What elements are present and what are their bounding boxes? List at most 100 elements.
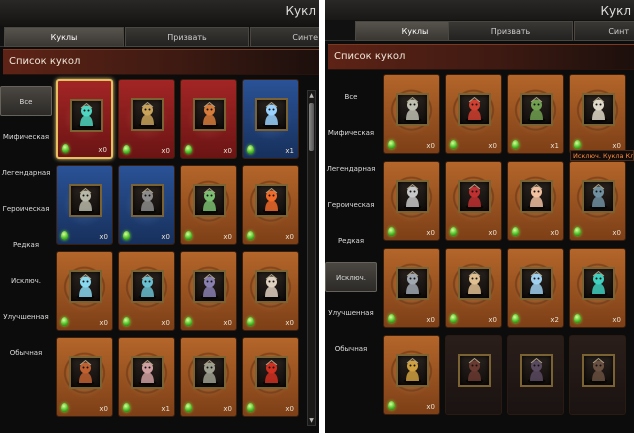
doll-count: x0: [99, 319, 108, 327]
doll-girl-icon: [255, 270, 288, 303]
grid-scrollbar[interactable]: ▲ ▼: [307, 90, 316, 426]
doll-golem-icon: [193, 270, 226, 303]
doll-card[interactable]: x0: [56, 337, 113, 417]
category-item[interactable]: Мифическая: [0, 122, 52, 152]
doll-card[interactable]: x0: [180, 79, 237, 159]
tab-synthesis[interactable]: Синте: [250, 27, 319, 47]
green-gem-icon: [388, 314, 395, 323]
category-item[interactable]: Редкая: [0, 230, 52, 260]
doll-card[interactable]: [445, 335, 502, 415]
doll-card[interactable]: x0: [445, 74, 502, 154]
scroll-down-icon[interactable]: ▼: [308, 416, 315, 425]
doll-card[interactable]: x0: [507, 161, 564, 241]
category-item[interactable]: Героическая: [0, 194, 52, 224]
doll-count: x0: [285, 319, 294, 327]
doll-vampire-icon: [458, 180, 491, 213]
category-item[interactable]: Легендарная: [325, 154, 377, 184]
doll-card[interactable]: x0: [56, 79, 113, 159]
doll-window-left: Кукл Куклы Призвать Синте Список кукол В…: [0, 0, 319, 433]
category-item[interactable]: Легендарная: [0, 158, 52, 188]
doll-card[interactable]: x0: [118, 251, 175, 331]
doll-card[interactable]: x0: [118, 79, 175, 159]
doll-card[interactable]: x2: [507, 248, 564, 328]
doll-card[interactable]: x0: [242, 251, 299, 331]
doll-card[interactable]: x0: [383, 161, 440, 241]
category-item[interactable]: Исключ.: [0, 266, 52, 296]
green-gem-icon: [123, 317, 130, 326]
category-item[interactable]: Исключ.: [325, 262, 377, 292]
scroll-thumb[interactable]: [309, 103, 314, 151]
window-titlebar: Кукл: [0, 0, 319, 26]
doll-card[interactable]: x1: [118, 337, 175, 417]
doll-armored-icon: [193, 98, 226, 131]
doll-frog-icon: [193, 184, 226, 217]
doll-card[interactable]: x0: [445, 248, 502, 328]
doll-soldier-icon: [193, 356, 226, 389]
doll-knight-icon: [69, 184, 102, 217]
tab-dolls[interactable]: Куклы: [4, 27, 124, 47]
tab-synthesis[interactable]: Синт: [574, 21, 634, 41]
category-item[interactable]: Улучшенная: [0, 302, 52, 332]
doll-card[interactable]: x0: [569, 248, 626, 328]
green-gem-icon: [574, 227, 581, 236]
doll-card[interactable]: x0: [383, 335, 440, 415]
doll-card[interactable]: x1: [242, 79, 299, 159]
doll-card[interactable]: x0: [180, 165, 237, 245]
green-gem-icon: [123, 145, 130, 154]
doll-shadow-icon: [582, 180, 615, 213]
doll-count: x0: [98, 146, 107, 154]
section-header: Список кукол: [3, 49, 319, 75]
doll-card[interactable]: x0: [242, 165, 299, 245]
doll-card[interactable]: x0: [56, 165, 113, 245]
doll-card[interactable]: x0: [242, 337, 299, 417]
tab-summon[interactable]: Призвать: [448, 21, 573, 41]
green-gem-icon: [185, 403, 192, 412]
doll-card[interactable]: x0: [118, 165, 175, 245]
doll-card[interactable]: x0: [56, 251, 113, 331]
doll-count: x0: [488, 316, 497, 324]
doll-count: x0: [426, 316, 435, 324]
doll-count: x0: [161, 147, 170, 155]
doll-count: x0: [612, 142, 621, 150]
tab-summon[interactable]: Призвать: [125, 27, 249, 47]
green-gem-icon: [247, 317, 254, 326]
doll-count: x0: [612, 229, 621, 237]
doll-count: x0: [223, 405, 232, 413]
tab-bar: Куклы Призвать Синт: [325, 20, 634, 41]
doll-count: x0: [99, 233, 108, 241]
doll-card[interactable]: x0: [383, 248, 440, 328]
green-gem-icon: [512, 227, 519, 236]
doll-card[interactable]: x1: [507, 74, 564, 154]
doll-dwarf-icon: [131, 356, 164, 389]
category-item[interactable]: Все: [325, 82, 377, 112]
green-gem-icon: [247, 145, 254, 154]
category-sidebar: Все Мифическая Легендарная Героическая Редка…: [0, 86, 52, 433]
doll-ice-icon: [69, 270, 102, 303]
doll-card[interactable]: x0: [180, 251, 237, 331]
doll-sage-icon: [582, 93, 615, 126]
doll-card[interactable]: x0: [383, 74, 440, 154]
category-item[interactable]: Все: [0, 86, 52, 116]
doll-count: x2: [550, 316, 559, 324]
category-item[interactable]: Улучшенная: [325, 298, 377, 328]
doll-card[interactable]: x0: [180, 337, 237, 417]
doll-count: x0: [161, 319, 170, 327]
doll-window-right: Кукл Куклы Призвать Синт Список кукол Вс…: [325, 0, 634, 433]
doll-samurai-icon: [396, 354, 429, 387]
category-item[interactable]: Мифическая: [325, 118, 377, 148]
doll-card[interactable]: [507, 335, 564, 415]
category-item[interactable]: Обычная: [0, 338, 52, 368]
green-gem-icon: [62, 144, 69, 153]
doll-card[interactable]: x0: [569, 74, 626, 154]
scroll-up-icon[interactable]: ▲: [308, 91, 315, 100]
doll-card[interactable]: x0: [445, 161, 502, 241]
doll-demon-icon: [255, 356, 288, 389]
doll-count: x0: [223, 233, 232, 241]
doll-card[interactable]: [569, 335, 626, 415]
category-item[interactable]: Редкая: [325, 226, 377, 256]
category-item[interactable]: Обычная: [325, 334, 377, 364]
doll-card[interactable]: x0: [569, 161, 626, 241]
category-sidebar: Все Мифическая Легендарная Героическая Редка…: [325, 80, 377, 433]
green-gem-icon: [185, 145, 192, 154]
category-item[interactable]: Героическая: [325, 190, 377, 220]
